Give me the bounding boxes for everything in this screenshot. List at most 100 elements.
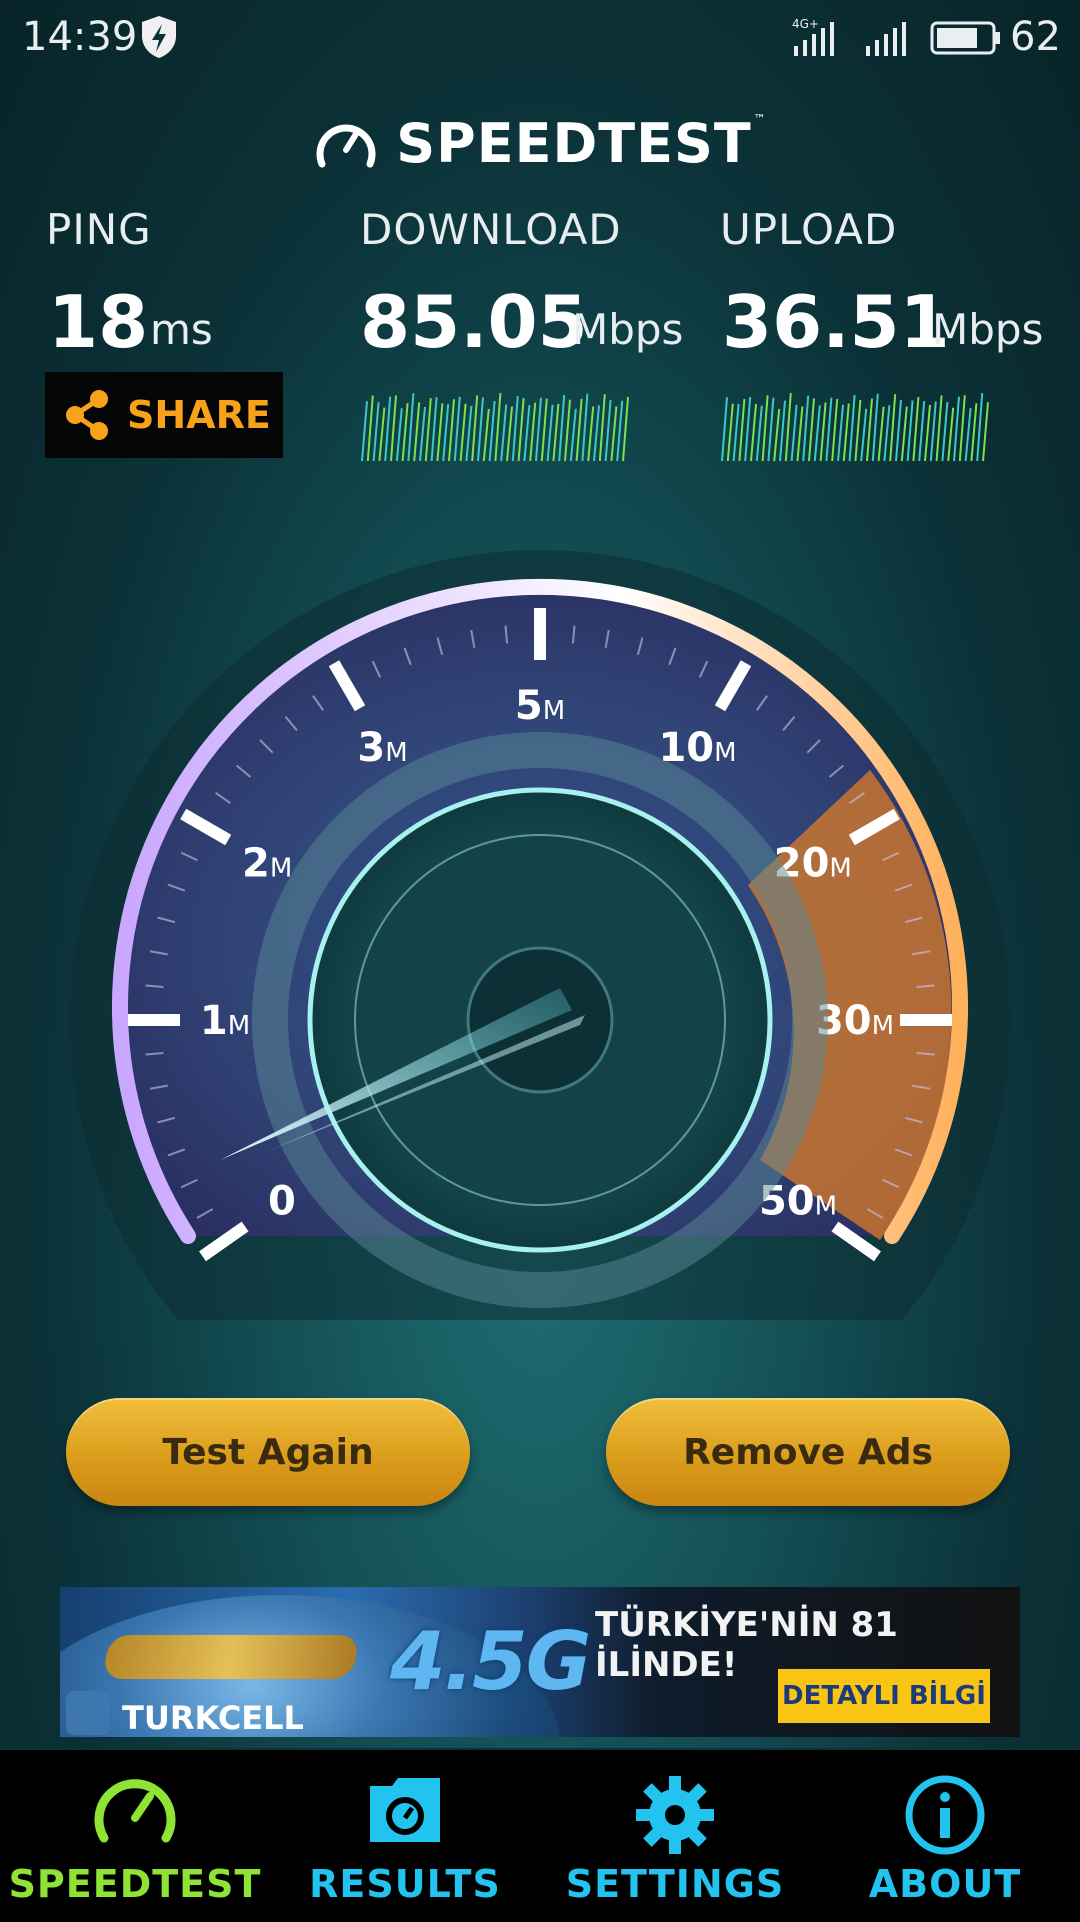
info-icon — [905, 1775, 985, 1855]
sparkline-bar — [837, 404, 844, 462]
sparkline-bar — [529, 402, 537, 462]
upload-unit: Mbps — [932, 305, 1044, 354]
sparkline-bar — [587, 406, 595, 462]
sparkline-bar — [546, 404, 554, 462]
sparkline-bar — [494, 392, 502, 462]
sparkline-bar — [779, 400, 786, 462]
sparkline-bar — [523, 405, 531, 462]
sparkline-bar — [361, 401, 368, 462]
upload-value: 36.51 — [722, 280, 950, 364]
results-folder-icon — [370, 1778, 440, 1842]
sparkline-bar — [564, 399, 571, 462]
sparkline-bar — [773, 408, 781, 462]
nav-speedtest[interactable]: SPEEDTEST — [0, 1750, 270, 1922]
sparkline-bar — [831, 398, 839, 462]
sparkline-bar — [871, 393, 879, 462]
sparkline-bar — [436, 403, 444, 462]
gear-icon — [636, 1776, 714, 1854]
sparkline-bar — [488, 400, 496, 462]
sparkline-bar — [598, 394, 606, 462]
sparkline-bar — [982, 402, 989, 462]
sparkline-bar — [790, 404, 798, 462]
nav-about[interactable]: ABOUT — [810, 1750, 1080, 1922]
sparkline-bar — [616, 400, 624, 462]
test-again-button[interactable]: Test Again — [66, 1398, 470, 1506]
download-value: 85.05 — [360, 280, 588, 364]
sparkline-bar — [465, 405, 473, 462]
sparkline-bar — [889, 394, 897, 462]
sparkline-bar — [604, 399, 612, 462]
sparkline-bar — [900, 406, 908, 462]
sparkline-bar — [906, 400, 914, 462]
sparkline-bar — [366, 395, 374, 462]
sparkline-bar — [761, 395, 769, 462]
upload-sparkline — [721, 393, 989, 462]
sparkline-bar — [976, 393, 984, 462]
gauge-tick-label: 0 — [268, 1179, 296, 1225]
sparkline-bar — [784, 393, 792, 462]
share-button[interactable]: SHARE — [45, 372, 283, 458]
sparkline-bar — [419, 406, 426, 462]
sparkline-bar — [947, 407, 955, 462]
nav-about-label: ABOUT — [868, 1862, 1022, 1906]
sparkline-bar — [569, 408, 577, 462]
nav-settings[interactable]: SETTINGS — [540, 1750, 810, 1922]
sparkline-bar — [424, 398, 432, 462]
app-title: SPEEDTEST ™ — [396, 112, 766, 175]
sparkline-bar — [378, 407, 386, 462]
download-sparkline — [361, 392, 629, 462]
battery-level: 62 — [1010, 14, 1061, 60]
sparkline-bar — [755, 405, 763, 462]
battery-icon — [930, 21, 1000, 55]
app-header: SPEEDTEST ™ — [0, 112, 1080, 182]
sparkline-bar — [848, 394, 856, 462]
sparkline-bar — [877, 406, 885, 462]
sparkline-bar — [500, 404, 508, 462]
sparkline-bar — [918, 400, 926, 462]
share-icon — [66, 390, 108, 440]
ping-value: 18 — [48, 280, 149, 364]
sparkline-bar — [581, 393, 589, 462]
nav-results[interactable]: RESULTS — [270, 1750, 540, 1922]
sparkline-bar — [540, 398, 548, 462]
sparkline-bar — [482, 408, 490, 462]
nav-results-label: RESULTS — [309, 1862, 501, 1906]
sparkline-bar — [372, 402, 380, 462]
sparkline-bar — [395, 408, 403, 462]
gauge-icon — [94, 1779, 176, 1843]
sparkline-bar — [924, 404, 931, 462]
sparkline-bar — [767, 397, 775, 462]
speed-gauge: 01M2M3M5M10M20M30M50M — [70, 550, 1010, 1320]
status-time: 14:39 — [22, 14, 138, 60]
sparkline-bar — [552, 403, 560, 462]
status-bar: 14:39 4G+ 62 — [0, 0, 1080, 76]
sparkline-bar — [517, 398, 525, 462]
sparkline-bar — [854, 399, 862, 462]
sparkline-bar — [750, 403, 757, 462]
remove-ads-button[interactable]: Remove Ads — [606, 1398, 1010, 1506]
sparkline-bar — [721, 397, 728, 462]
sparkline-bar — [726, 403, 734, 462]
sparkline-bar — [796, 406, 804, 462]
sparkline-bar — [813, 405, 821, 462]
sparkline-bar — [860, 408, 868, 462]
sparkline-bar — [738, 398, 746, 462]
sparkline-bar — [883, 405, 891, 462]
sparkline-bar — [575, 398, 583, 462]
sparkline-bar — [842, 403, 850, 462]
sparkline-bar — [964, 408, 972, 462]
bottom-nav: SPEEDTEST RESULTS SETTINGS ABOUT — [0, 1748, 1080, 1922]
ad-cta-button[interactable]: DETAYLI BİLGİ — [778, 1669, 990, 1723]
sparkline-bar — [819, 402, 827, 462]
sparkline-bar — [384, 396, 392, 462]
download-unit: Mbps — [572, 305, 684, 354]
sparkline-bar — [401, 403, 409, 462]
sparkline-bar — [442, 404, 450, 462]
signal-icon: 4G+ — [792, 17, 906, 56]
ad-banner[interactable]: 4.5G TÜRKİYE'NİN 81 İLİNDE! DETAYLI BİLG… — [60, 1587, 1020, 1737]
sparkline-bar — [471, 395, 479, 462]
share-label: SHARE — [127, 393, 271, 437]
ping-label: PING — [46, 205, 152, 254]
turkcell-logo-icon — [66, 1691, 110, 1735]
sparkline-bar — [535, 397, 542, 462]
